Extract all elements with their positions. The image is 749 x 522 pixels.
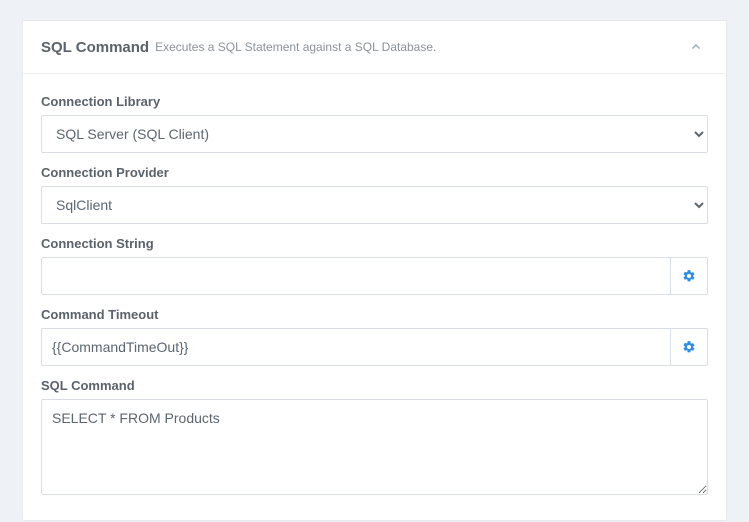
input-group-connection-string (41, 257, 708, 295)
field-command-timeout: Command Timeout (41, 307, 708, 366)
panel-title: SQL Command (41, 39, 149, 56)
panel-header: SQL Command Executes a SQL Statement aga… (23, 21, 726, 74)
label-sql-command: SQL Command (41, 378, 708, 393)
label-command-timeout: Command Timeout (41, 307, 708, 322)
input-group-command-timeout (41, 328, 708, 366)
label-connection-provider: Connection Provider (41, 165, 708, 180)
gear-icon (682, 340, 696, 354)
gear-icon (682, 269, 696, 283)
select-connection-provider[interactable]: SqlClient (41, 186, 708, 224)
settings-connection-string-button[interactable] (670, 257, 708, 295)
select-connection-library[interactable]: SQL Server (SQL Client) (41, 115, 708, 153)
label-connection-library: Connection Library (41, 94, 708, 109)
sql-command-panel: SQL Command Executes a SQL Statement aga… (22, 20, 727, 521)
field-connection-string: Connection String (41, 236, 708, 295)
field-connection-provider: Connection Provider SqlClient (41, 165, 708, 224)
collapse-button[interactable] (684, 35, 708, 59)
chevron-up-icon (690, 41, 702, 53)
input-command-timeout[interactable] (41, 328, 670, 366)
textarea-sql-command[interactable]: SELECT * FROM Products (41, 399, 708, 495)
label-connection-string: Connection String (41, 236, 708, 251)
panel-body: Connection Library SQL Server (SQL Clien… (23, 74, 726, 520)
panel-subtitle: Executes a SQL Statement against a SQL D… (155, 40, 436, 54)
settings-command-timeout-button[interactable] (670, 328, 708, 366)
field-connection-library: Connection Library SQL Server (SQL Clien… (41, 94, 708, 153)
input-connection-string[interactable] (41, 257, 670, 295)
field-sql-command: SQL Command SELECT * FROM Products (41, 378, 708, 498)
